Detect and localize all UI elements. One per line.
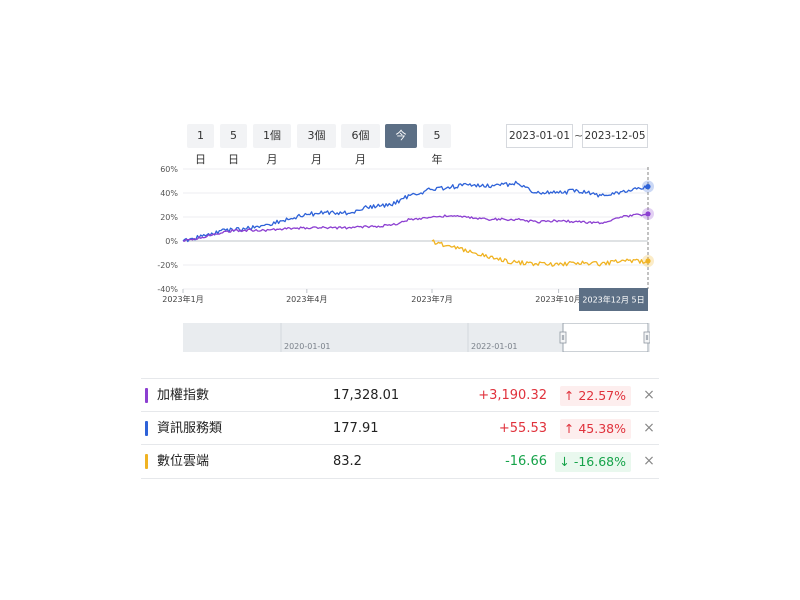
legend-color-bar [145, 388, 148, 403]
navigator-label: 2020-01-01 [284, 342, 331, 351]
arrow-down-icon: ↓ [559, 454, 570, 469]
close-icon[interactable]: × [642, 445, 656, 478]
legend-percent: 22.57% [578, 388, 626, 403]
navigator-selection[interactable] [562, 323, 649, 352]
legend-change: +55.53 [498, 421, 547, 436]
legend-name: 數位雲端 [157, 454, 210, 469]
legend-divider [141, 478, 659, 479]
arrow-up-icon: ↑ [563, 388, 575, 403]
legend-percent: -16.68% [573, 454, 626, 469]
series-line [182, 180, 649, 243]
y-tick-label: -20% [157, 261, 178, 270]
legend-change: +3,190.32 [478, 388, 547, 403]
crosshair-marker [645, 211, 651, 217]
y-tick-label: 20% [160, 213, 178, 222]
y-tick-label: 0% [165, 237, 178, 246]
legend-row: 資訊服務類 177.91 +55.53 ↑ 45.38% × [141, 411, 659, 445]
crosshair-marker [645, 183, 651, 190]
navigator-label: 2022-01-01 [471, 342, 518, 351]
y-tick-label: 40% [160, 189, 178, 198]
legend-percent: 45.38% [578, 421, 626, 436]
navigator-handle-left[interactable] [559, 331, 567, 344]
legend-value: 177.91 [333, 421, 379, 436]
legend-color-bar [145, 421, 148, 436]
x-tick-label: 2023年4月 [286, 294, 327, 304]
y-tick-label: -40% [157, 285, 178, 294]
x-axis-ticks: 2023年1月 2023年4月 2023年7月 2023年10月 [162, 289, 582, 304]
crosshair-date-label: 2023年12月 5日 [582, 295, 644, 305]
legend-value: 17,328.01 [333, 388, 400, 403]
legend-name: 資訊服務類 [157, 421, 223, 436]
legend-percent-badge: ↓ -16.68% [555, 452, 631, 472]
legend-color-bar [145, 454, 148, 469]
legend-row: 加權指數 17,328.01 +3,190.32 ↑ 22.57% × [141, 378, 659, 412]
legend-value: 83.2 [333, 454, 362, 469]
arrow-up-icon: ↑ [563, 421, 575, 436]
legend-name: 加權指數 [157, 388, 210, 403]
y-tick-label: 60% [160, 165, 178, 174]
crosshair: 2023年12月 5日 [579, 167, 654, 311]
close-icon[interactable]: × [642, 412, 656, 445]
x-tick-label: 2023年10月 [535, 294, 582, 304]
y-axis-ticks: 60% 40% 20% 0% -20% -40% [157, 165, 178, 294]
performance-chart[interactable]: 60% 40% 20% 0% -20% -40% 2023年1月 2023年4月 2023年7… [0, 0, 800, 360]
legend-row: 數位雲端 83.2 -16.66 ↓ -16.68% × [141, 444, 659, 478]
series-line [431, 239, 649, 267]
legend-change: -16.66 [505, 454, 547, 469]
x-tick-label: 2023年7月 [411, 294, 452, 304]
legend-percent-badge: ↑ 45.38% [559, 419, 631, 439]
range-navigator[interactable]: 2020-01-01 2022-01-01 [183, 323, 650, 352]
x-tick-label: 2023年1月 [162, 294, 203, 304]
crosshair-marker [645, 258, 651, 264]
grid-lines [183, 168, 648, 290]
series-lines [182, 180, 649, 267]
close-icon[interactable]: × [642, 379, 656, 412]
legend-percent-badge: ↑ 22.57% [559, 386, 631, 406]
navigator-handle-right[interactable] [643, 331, 650, 344]
